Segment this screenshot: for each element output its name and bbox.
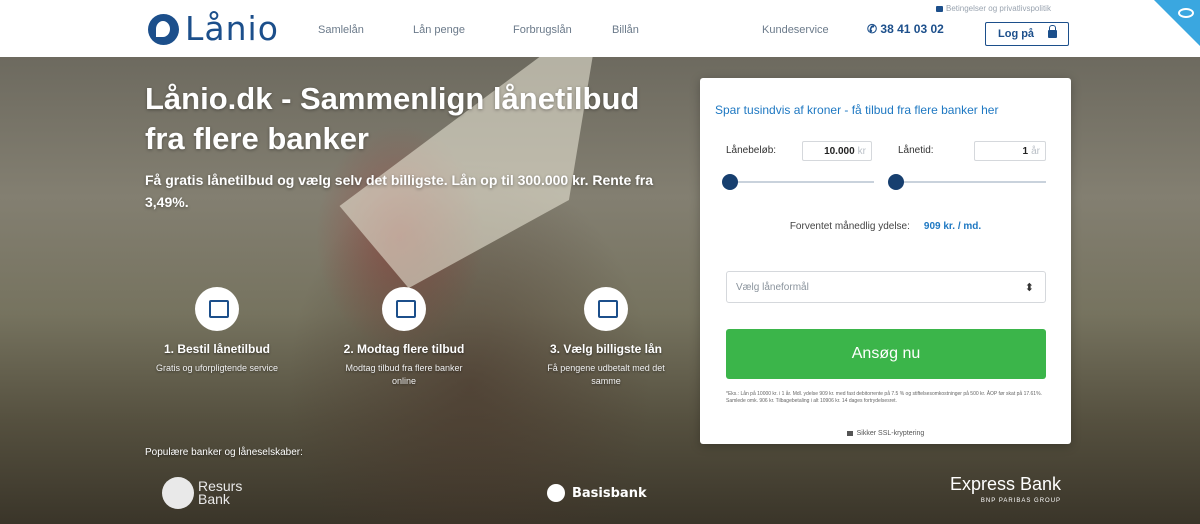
eye-icon [1178,8,1194,18]
step-text: Få pengene udbetalt med det samme [547,363,665,386]
amount-input[interactable]: 10.000 kr [802,141,872,161]
phone-icon: ✆ [867,22,878,36]
apply-button[interactable]: Ansøg nu [726,329,1046,379]
nav-item-billan[interactable]: Billån [612,24,639,36]
logo-mark-icon [148,13,179,45]
term-slider-handle[interactable] [888,174,904,190]
privacy-link[interactable]: Betingelser og privatlivspolitik [936,4,1051,13]
form-title: Spar tusindvis af kroner - få tilbud fra… [715,103,999,117]
basisbank-logo-icon [547,484,565,502]
loan-form-card: Spar tusindvis af kroner - få tilbud fra… [700,78,1071,444]
lock-icon [1048,25,1057,38]
express-bank-logo[interactable]: Express Bank BNP PARIBAS GROUP [950,474,1061,504]
step-title: 1. Bestil lånetilbud [163,342,271,356]
step-title: 3. Vælg billigste lån [549,342,663,356]
money-bag-icon [584,287,628,331]
nav-item-kundeservice[interactable]: Kundeservice [762,24,829,36]
logo[interactable]: Lånio [148,12,279,46]
nav-item-forbrugslan[interactable]: Forbrugslån [513,24,572,36]
step-2: 2. Modtag flere tilbud Modtag tilbud fra… [314,287,494,388]
term-label: Lånetid: [898,145,934,156]
logo-text: Lånio [185,9,279,48]
nav-item-samlelan[interactable]: Samlelån [318,24,364,36]
laptop-icon [195,287,239,331]
page-title: Lånio.dk - Sammenlign lånetilbud fra fle… [145,81,640,156]
login-button[interactable]: Log på [985,22,1069,46]
step-text: Modtag tilbud fra flere banker online [345,363,463,386]
amount-slider[interactable] [726,181,874,183]
ssl-notice: Sikker SSL-kryptering [700,430,1071,437]
select-arrows-icon: ⬍ [1024,282,1034,294]
banks-label: Populære banker og låneselskaber: [145,447,303,458]
loan-purpose-select[interactable]: Vælg låneformål ⬍ [726,271,1046,303]
step-1: 1. Bestil lånetilbud Gratis og uforpligt… [127,287,307,375]
term-slider[interactable] [892,181,1046,183]
resurs-bank-logo[interactable]: Resurs Bank [162,477,242,509]
accessibility-tab[interactable] [1154,0,1200,46]
step-3: 3. Vælg billigste lån Få pengene udbetal… [516,287,696,388]
monthly-payment: Forventet månedlig ydelse: 909 kr. / md. [789,221,982,232]
term-input[interactable]: 1 år [974,141,1046,161]
basisbank-logo[interactable]: Basisbank [547,484,647,502]
nav-item-lan-penge[interactable]: Lån penge [413,24,465,36]
hero-subtitle: Få gratis lånetilbud og vælg selv det bi… [145,172,654,210]
fineprint: *Eks.: Lån på 10000 kr. i 1 år. Mdl. yde… [726,391,1042,404]
phone-link[interactable]: ✆ 38 41 03 02 [867,22,944,36]
step-title: 2. Modtag flere tilbud [343,342,465,356]
resurs-logo-icon [162,477,194,509]
site-header: Lånio Samlelån Lån penge Forbrugslån Bil… [0,0,1200,57]
step-text: Gratis og uforpligtende service [155,363,279,373]
documents-icon [382,287,426,331]
amount-label: Lånebeløb: [726,145,777,156]
lock-icon [846,430,853,436]
amount-slider-handle[interactable] [722,174,738,190]
lock-icon [936,5,943,12]
